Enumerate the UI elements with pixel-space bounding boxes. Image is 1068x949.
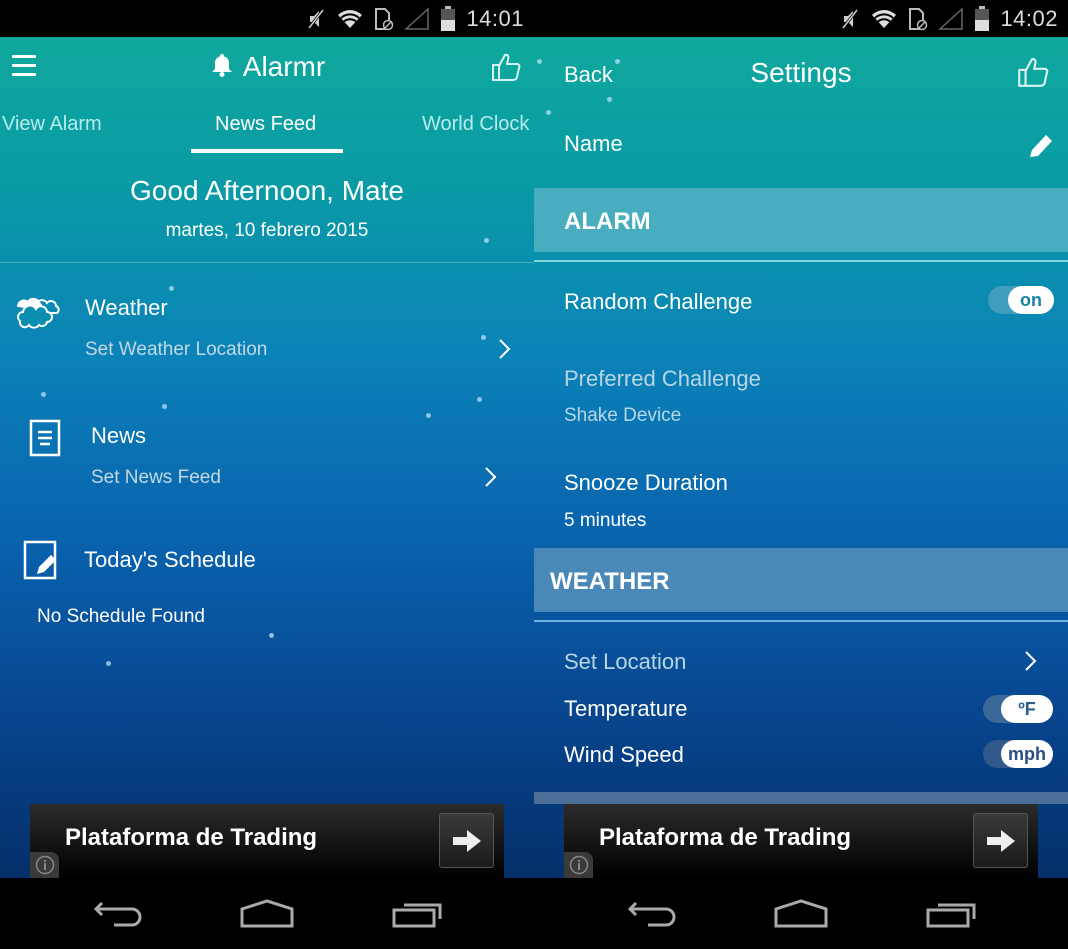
home-icon (774, 899, 828, 928)
like-button[interactable] (1016, 55, 1050, 94)
ad-arrow-button[interactable] (973, 813, 1028, 868)
arrow-right-icon (452, 829, 481, 852)
ad-text: Plataforma de Trading (599, 824, 852, 851)
schedule-item[interactable]: Today's Schedule (0, 537, 534, 597)
app-content: Back Settings Name ALARM Random Challeng… (534, 37, 1068, 878)
ad-banner[interactable]: Plataforma de Trading (564, 804, 1038, 878)
schedule-title: Today's Schedule (84, 547, 256, 572)
sim-icon (375, 8, 394, 31)
divider (534, 620, 1068, 622)
system-nav-bar (534, 878, 1068, 949)
status-bar: 14:01 (0, 0, 534, 37)
status-time: 14:01 (466, 6, 524, 31)
battery-icon (441, 6, 456, 31)
name-row[interactable]: Name (534, 123, 1068, 167)
thumbs-up-icon (1018, 57, 1049, 87)
preferred-challenge-value: Shake Device (564, 405, 682, 426)
news-title: News (91, 423, 147, 448)
nav-recents-button[interactable] (921, 896, 981, 932)
arrow-right-icon (986, 829, 1015, 852)
settings-screen: 14:02 Back Settings Name ALARM Random Ch… (534, 0, 1068, 949)
pencil-icon[interactable] (1028, 131, 1054, 159)
recents-icon (392, 903, 442, 928)
news-item[interactable]: News Set News Feed (0, 415, 534, 505)
battery-icon (975, 6, 990, 31)
ad-arrow-button[interactable] (439, 813, 494, 868)
tab-view-alarm[interactable]: View Alarm (2, 113, 102, 136)
temperature-label: Temperature (564, 696, 688, 721)
ad-banner[interactable]: Plataforma de Trading (30, 804, 504, 878)
nav-home-button[interactable] (237, 896, 297, 932)
status-time: 14:02 (1000, 6, 1058, 31)
active-tab-indicator (191, 149, 343, 153)
wifi-icon (872, 10, 897, 28)
chevron-right-icon (1025, 651, 1037, 671)
random-challenge-toggle[interactable]: on (988, 286, 1054, 314)
signal-icon (938, 7, 964, 30)
greeting: Good Afternoon, Mate (130, 175, 404, 206)
tab-world-clock[interactable]: World Clock (422, 113, 529, 136)
mute-icon (308, 9, 325, 29)
recents-icon (926, 903, 976, 928)
weather-item[interactable]: Weather Set Weather Location (0, 287, 534, 377)
weather-title: Weather (85, 295, 168, 320)
app-content: Alarmr View Alarm News Feed World Clock … (0, 37, 534, 878)
news-subtitle: Set News Feed (91, 467, 221, 488)
signal-icon (404, 7, 430, 30)
app-title: Alarmr (0, 51, 534, 83)
snooze-duration-value: 5 minutes (564, 510, 647, 531)
tab-bar: View Alarm News Feed World Clock (0, 109, 534, 153)
section-header-partial (534, 792, 1068, 804)
alarm-section-header: ALARM (534, 188, 1068, 252)
wind-speed-unit-toggle[interactable]: mph (983, 740, 1053, 768)
mute-icon (842, 9, 859, 29)
divider (0, 262, 534, 263)
wifi-icon (338, 10, 363, 28)
ad-text: Plataforma de Trading (65, 824, 318, 851)
bell-icon (211, 54, 232, 77)
tab-news-feed[interactable]: News Feed (215, 113, 316, 136)
nav-recents-button[interactable] (387, 896, 447, 932)
chevron-right-icon (499, 339, 511, 359)
document-icon (29, 419, 61, 457)
date-label: martes, 10 febrero 2015 (165, 220, 369, 241)
info-icon (569, 855, 588, 875)
preferred-challenge-label: Preferred Challenge (564, 366, 761, 391)
status-bar: 14:02 (534, 0, 1068, 37)
info-icon (35, 855, 54, 875)
back-arrow-icon (627, 901, 676, 927)
nav-back-button[interactable] (88, 896, 148, 932)
weather-subtitle: Set Weather Location (85, 339, 268, 360)
schedule-empty-text: No Schedule Found (37, 606, 205, 627)
wind-speed-label: Wind Speed (564, 742, 684, 767)
ad-info-button[interactable] (30, 852, 59, 878)
chevron-right-icon (485, 467, 497, 487)
weather-section-header: WEATHER (534, 548, 1068, 612)
home-icon (240, 899, 294, 928)
snooze-duration-label: Snooze Duration (564, 470, 728, 495)
back-arrow-icon (93, 901, 142, 927)
edit-note-icon (23, 540, 57, 580)
system-nav-bar (0, 878, 534, 949)
page-title: Settings (750, 57, 852, 88)
thumbs-up-icon (492, 53, 521, 81)
like-button[interactable] (490, 51, 522, 88)
name-label: Name (564, 131, 623, 156)
sim-icon (909, 8, 928, 31)
clouds-icon (17, 297, 60, 329)
temperature-unit-toggle[interactable]: ºF (983, 695, 1053, 723)
divider (534, 260, 1068, 262)
random-challenge-label: Random Challenge (564, 289, 753, 314)
nav-back-button[interactable] (622, 896, 682, 932)
ad-info-button[interactable] (564, 852, 593, 878)
nav-home-button[interactable] (771, 896, 831, 932)
news-feed-screen: 14:01 Alarmr View Alarm News Feed World … (0, 0, 534, 949)
set-location-label: Set Location (564, 649, 687, 674)
